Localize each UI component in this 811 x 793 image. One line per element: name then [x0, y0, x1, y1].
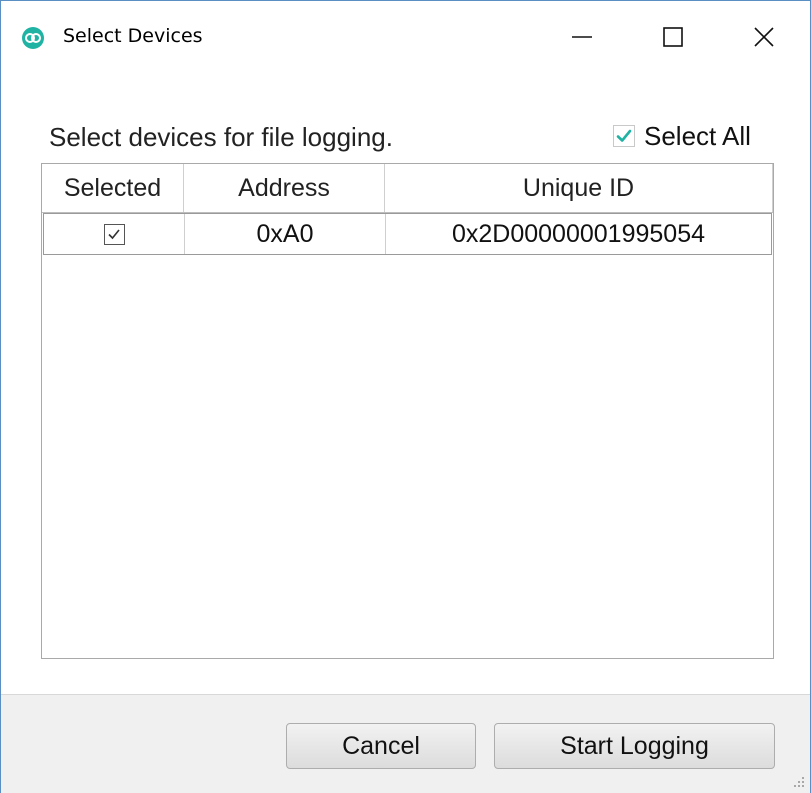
dialog-footer: Cancel Start Logging	[1, 694, 810, 793]
table-header: Selected Address Unique ID	[42, 164, 773, 213]
instructions-label: Select devices for file logging.	[49, 122, 393, 152]
select-all-box[interactable]	[613, 125, 635, 147]
start-logging-button[interactable]: Start Logging	[494, 723, 775, 769]
checkmark-icon	[616, 129, 632, 142]
table-row[interactable]: 0xA0 0x2D00000001995054	[43, 213, 772, 255]
maxim-logo-icon	[22, 27, 44, 49]
selected-cell[interactable]	[44, 214, 185, 254]
cancel-button[interactable]: Cancel	[286, 723, 476, 769]
checkmark-icon	[108, 229, 120, 240]
unique-id-cell: 0x2D00000001995054	[451, 219, 705, 248]
close-button[interactable]	[741, 15, 787, 59]
minimize-button[interactable]	[559, 15, 605, 59]
column-header-unique-id[interactable]: Unique ID	[385, 164, 773, 212]
maximize-icon	[663, 27, 683, 47]
address-cell: 0xA0	[185, 214, 386, 254]
close-icon	[754, 27, 774, 47]
row-selected-checkbox[interactable]	[103, 223, 125, 245]
minimize-icon	[572, 36, 592, 38]
column-header-address[interactable]: Address	[184, 164, 385, 212]
window-title: Select Devices	[63, 25, 203, 47]
devices-table[interactable]: Selected Address Unique ID 0xA0 0x2D0000…	[41, 163, 774, 659]
column-header-selected[interactable]: Selected	[42, 164, 184, 212]
select-all-checkbox[interactable]: Select All	[613, 120, 751, 152]
maximize-button[interactable]	[650, 15, 696, 59]
title-bar[interactable]: Select Devices	[1, 1, 810, 71]
select-all-label: Select All	[644, 120, 751, 151]
select-devices-dialog: Select Devices Select devices for file l…	[0, 0, 811, 793]
resize-grip-icon[interactable]	[792, 775, 806, 789]
